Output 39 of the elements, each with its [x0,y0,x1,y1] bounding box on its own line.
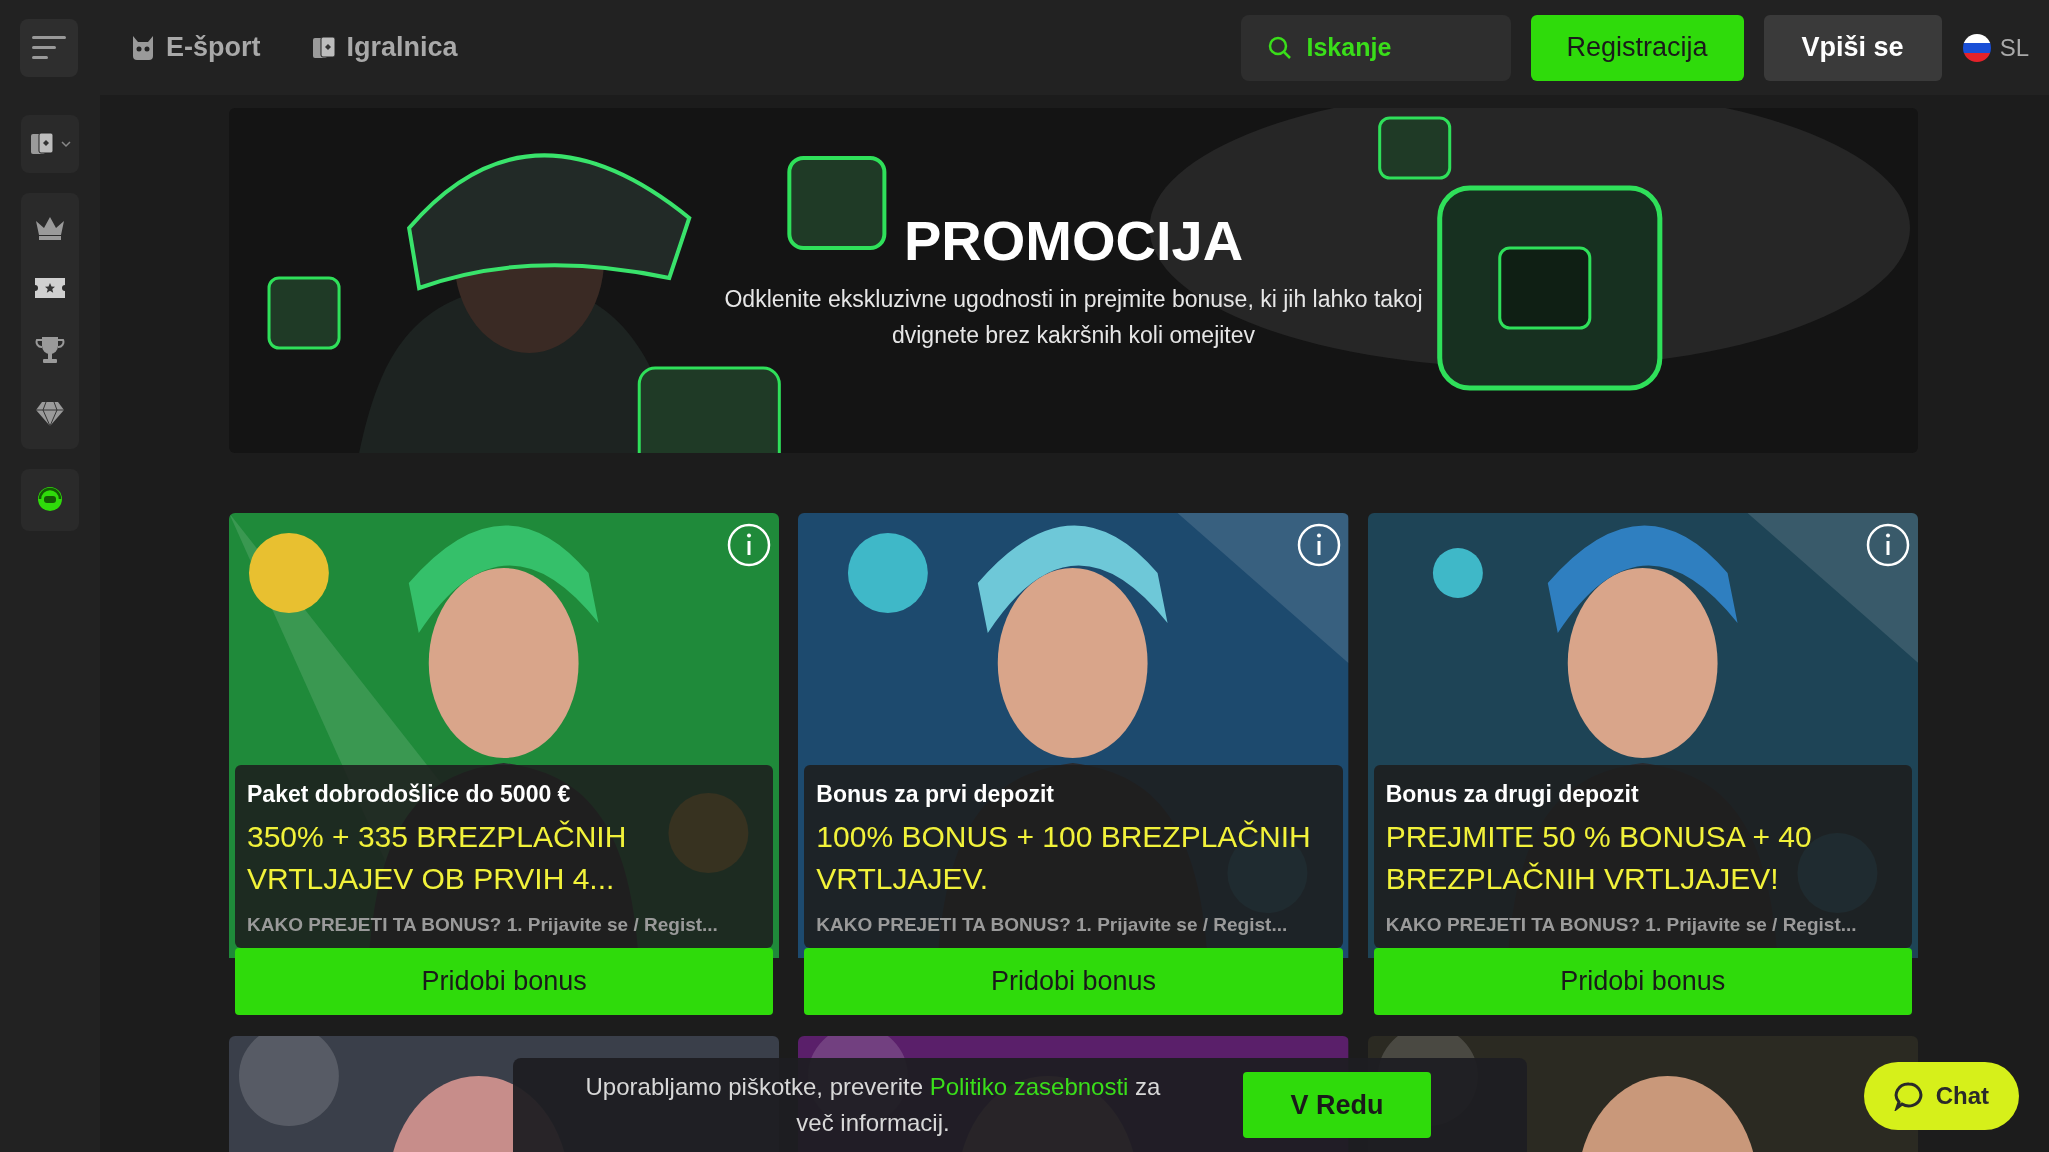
promo-title: Bonus za prvi depozit [816,781,1055,808]
cookie-text: Uporabljamo piškotke, preverite Politiko zasebnosti za več informacij. [584,1072,1162,1138]
banner-title: PROMOCIJA [903,208,1244,273]
promo-description: KAKO PREJETI TA BONUS? 1. Prijavite se / Regist... [247,914,719,936]
promo-headline: PREJMITE 50 % BONUSA + 40 BREZPLAČNIH VRTLJAJEV! [1385,819,1813,897]
diamond-icon[interactable] [35,401,65,427]
promo-title: Bonus za drugi depozit [1385,781,1640,808]
info-icon[interactable] [1866,523,1910,567]
promo-headline: 350% + 335 BREZPLAČNIH VRTLJAJEV OB PRVIH 4... [247,819,628,897]
accept-button[interactable]: V Redu [1243,1072,1431,1138]
nav-link[interactable]: Igralnica [310,32,458,63]
privacy-link[interactable]: Politiko zasebnosti [929,1073,1129,1100]
get-bonus-button[interactable]: Pridobi bonus [804,948,1343,1015]
chat-button[interactable]: Chat [1863,1062,2019,1130]
promo-headline: 100% BONUS + 100 BREZPLAČNIH VRTLJAJEV. [816,819,1312,897]
casino-menu-button[interactable] [21,115,79,173]
menu-button[interactable] [20,18,78,77]
nav-link[interactable]: E-šport [128,32,261,63]
login-button[interactable]: Vpiši se [1763,14,1942,81]
support-button[interactable] [21,469,79,531]
get-bonus-button[interactable]: Pridobi bonus [1373,948,1912,1015]
banner-text: Odklenite ekskluzivne ugodnosti in prejmite bonuse, ki jih lahko takoj dvignete brez kakršnih koli omejitev [723,285,1424,350]
promo-title: Paket dobrodošlice do 5000 € [247,781,572,808]
ticket-icon[interactable] [34,277,66,299]
flag-icon [1961,32,1992,63]
trophy-icon[interactable] [35,335,65,365]
get-bonus-button[interactable]: Pridobi bonus [235,948,774,1015]
chat-icon [1893,1081,1924,1111]
promo-description: KAKO PREJETI TA BONUS? 1. Prijavite se / Regist... [816,914,1289,936]
search-icon [1266,34,1293,61]
promo-description: KAKO PREJETI TA BONUS? 1. Prijavite se / Regist... [1385,914,1858,936]
language-selector[interactable]: SL [1961,32,2029,63]
chevron-icon [61,140,71,148]
crown-icon[interactable] [34,215,66,241]
search-field[interactable]: Iskanje [1240,14,1511,81]
info-icon[interactable] [727,523,772,567]
register-button[interactable]: Registracija [1530,14,1744,81]
menu-icon [32,35,66,60]
info-icon[interactable] [1296,523,1341,567]
